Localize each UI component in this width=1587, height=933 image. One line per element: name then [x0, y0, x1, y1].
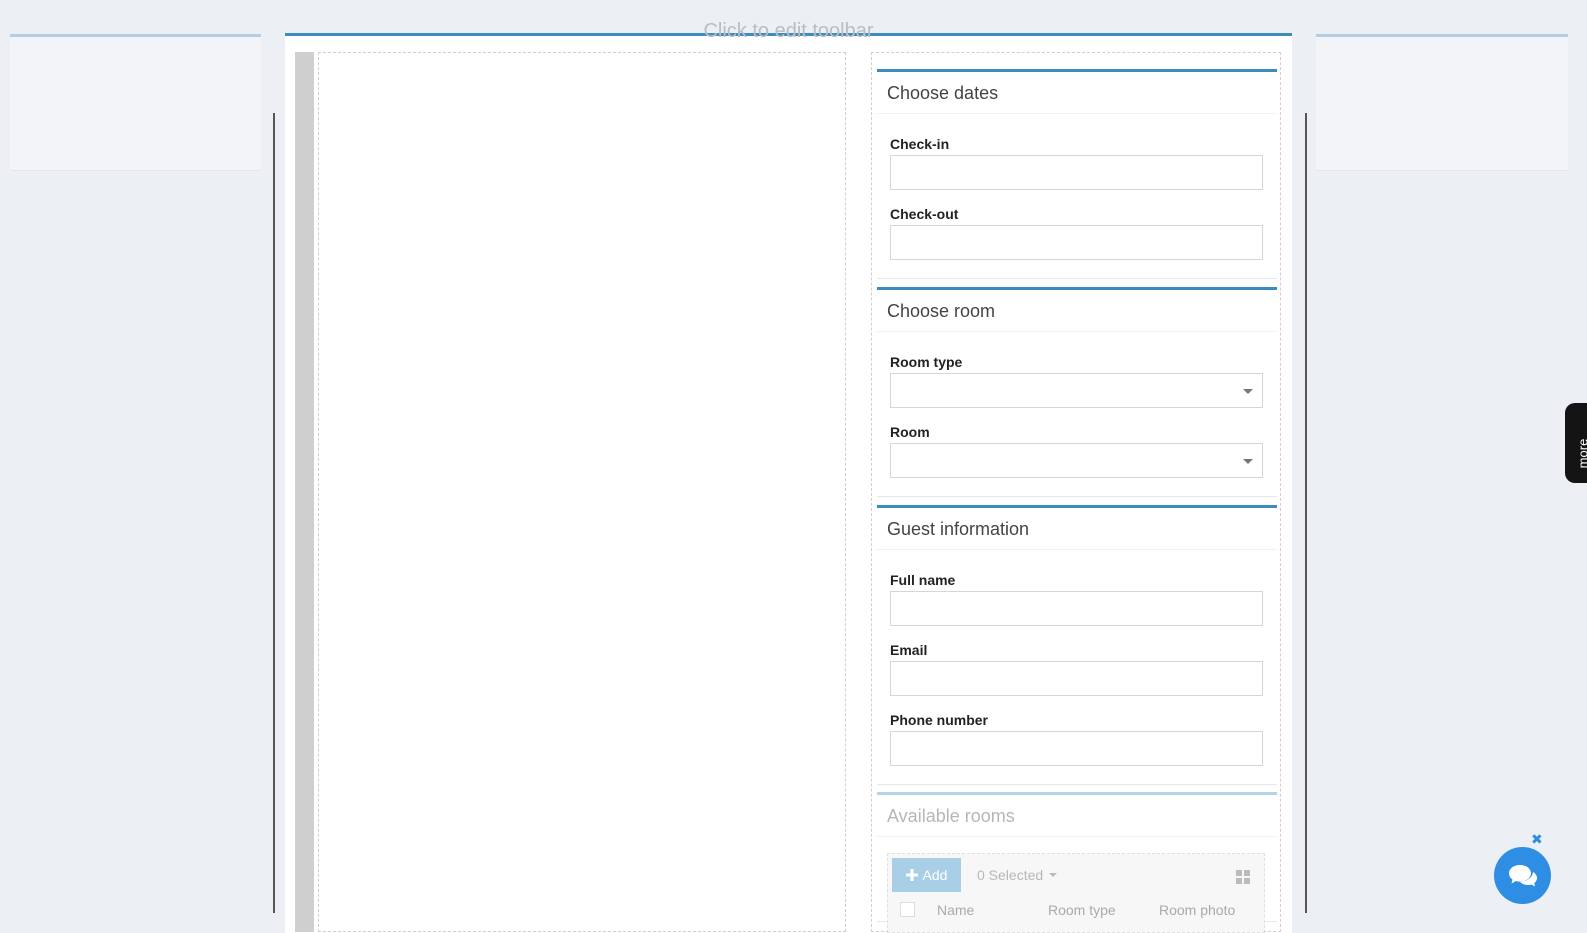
side-panel-right: [1316, 34, 1568, 171]
available-rooms-grid: Add 0 Selected Name Room type Room photo: [887, 853, 1265, 933]
checkout-label: Check-out: [890, 206, 959, 222]
column-header-name[interactable]: Name: [937, 902, 974, 918]
chat-bubbles-icon: [1508, 864, 1537, 886]
guide-line: [1305, 113, 1307, 913]
choose-dates-title: Choose dates: [877, 72, 1277, 114]
checkin-input[interactable]: [890, 155, 1263, 190]
email-label: Email: [890, 642, 928, 658]
more-tab-label: more: [1575, 438, 1587, 469]
guide-line: [273, 113, 275, 913]
phone-number-input[interactable]: [890, 731, 1263, 766]
choose-room-title: Choose room: [877, 290, 1277, 332]
guest-information-box: Guest information Full name Email Phone …: [877, 505, 1277, 785]
drag-gutter[interactable]: [295, 52, 314, 932]
full-name-label: Full name: [890, 572, 956, 588]
room-select[interactable]: [890, 443, 1263, 478]
checkin-label: Check-in: [890, 136, 950, 152]
chevron-down-icon: [1243, 459, 1253, 464]
column-header-room-photo[interactable]: Room photo: [1159, 902, 1235, 918]
add-button[interactable]: Add: [892, 858, 961, 892]
plus-icon: [905, 869, 918, 881]
checkout-input[interactable]: [890, 225, 1263, 260]
selected-dropdown[interactable]: 0 Selected: [975, 858, 1059, 892]
phone-number-label: Phone number: [890, 712, 989, 728]
choose-room-box: Choose room Room type Room: [877, 287, 1277, 497]
chevron-down-icon: [1049, 873, 1058, 877]
guest-information-title: Guest information: [877, 508, 1277, 550]
add-button-label: Add: [922, 867, 948, 883]
column-header-room-type[interactable]: Room type: [1048, 902, 1116, 918]
chevron-down-icon: [1243, 389, 1253, 394]
selected-count-label: 0 Selected: [977, 867, 1044, 883]
left-drop-zone: [318, 52, 846, 932]
room-type-label: Room type: [890, 354, 963, 370]
choose-dates-box: Choose dates Check-in Check-out: [877, 69, 1277, 279]
grid-view-icon[interactable]: [1236, 870, 1250, 884]
available-rooms-title: Available rooms: [877, 795, 1277, 837]
room-type-select[interactable]: [890, 373, 1263, 408]
chat-close-icon[interactable]: ✖: [1531, 832, 1543, 846]
room-label: Room: [890, 424, 930, 440]
chat-button[interactable]: [1494, 847, 1551, 904]
available-rooms-box: Available rooms Add 0 Selected Name Room…: [877, 792, 1277, 933]
email-input[interactable]: [890, 661, 1263, 696]
full-name-input[interactable]: [890, 591, 1263, 626]
side-panel-left: [10, 34, 261, 171]
more-tab[interactable]: more: [1565, 403, 1587, 483]
toolbar-hint[interactable]: Click to edit toolbar: [0, 20, 1577, 43]
